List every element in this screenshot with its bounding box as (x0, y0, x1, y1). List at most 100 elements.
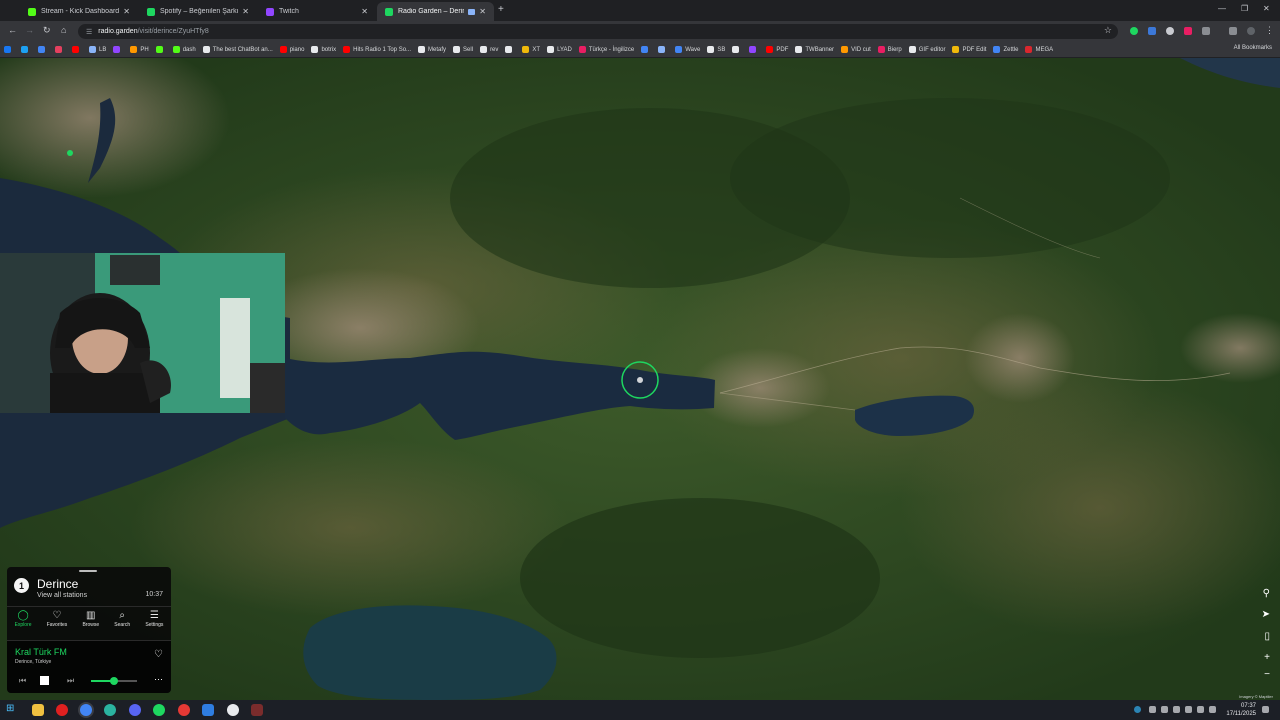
bookmark-item[interactable]: PDF (766, 46, 788, 53)
bookmark-item[interactable]: Türkçe - İngilizce (578, 46, 634, 53)
station-dot[interactable] (67, 150, 73, 156)
close-icon[interactable]: ✕ (242, 7, 249, 16)
locate-me-icon[interactable]: ➤ (1262, 609, 1270, 620)
volume-icon[interactable] (1209, 706, 1216, 713)
extension-icon[interactable] (1130, 27, 1138, 35)
maximize-icon[interactable]: ❐ (1241, 4, 1248, 13)
bookmark-item[interactable]: botrix (311, 46, 336, 53)
location-pin-icon[interactable]: ⚲ (1263, 588, 1270, 599)
bookmark-item[interactable]: piano (279, 46, 304, 53)
new-tab-button[interactable]: + (498, 4, 504, 15)
bookmark-item[interactable]: PH (130, 46, 149, 53)
close-icon[interactable]: ✕ (361, 7, 368, 16)
bookmark-item[interactable] (4, 46, 14, 53)
bookmark-item[interactable] (72, 46, 82, 53)
previous-icon[interactable]: ⏮ (19, 676, 26, 686)
spotify-icon[interactable] (153, 704, 165, 716)
bookmark-item[interactable]: dash (172, 46, 196, 53)
app-icon[interactable] (251, 704, 263, 716)
selected-location-dot[interactable] (637, 377, 643, 383)
zoom-out-icon[interactable]: − (1264, 669, 1270, 680)
forward-icon[interactable]: → (25, 25, 34, 35)
stop-button[interactable] (40, 676, 49, 685)
all-bookmarks-button[interactable]: All Bookmarks (1234, 45, 1272, 51)
bookmark-item[interactable]: Bierp (877, 46, 902, 53)
bookmark-item[interactable]: MEGA (1025, 46, 1053, 53)
profile-icon[interactable] (1229, 27, 1237, 35)
browser-tab-spotify[interactable]: Spotify – Beğenilen Şarkılar ✕ (139, 2, 257, 21)
windows-start-icon[interactable]: ⊞ (6, 703, 18, 715)
bookmark-star-icon[interactable]: ☆ (1104, 25, 1112, 36)
clock[interactable]: 07:37 17/11/2025 (1226, 702, 1256, 718)
tab-search[interactable]: ⌕ Search (114, 607, 130, 632)
audio-playing-icon[interactable] (468, 8, 476, 15)
bookmark-item[interactable]: Zettle (993, 46, 1018, 53)
volume-slider[interactable] (91, 677, 137, 685)
extensions-puzzle-icon[interactable] (1202, 27, 1210, 35)
bookmark-item[interactable]: rev (480, 46, 498, 53)
extension-icon[interactable] (1166, 27, 1174, 35)
tab-favorites[interactable]: ♡ Favorites (47, 607, 68, 632)
browser-tab-kick[interactable]: Stream - Kick Dashboard ✕ (20, 2, 138, 21)
volume-knob[interactable] (110, 677, 118, 685)
app-icon[interactable] (227, 704, 239, 716)
bookmark-item[interactable]: TWBanner (795, 46, 834, 53)
bookmark-item[interactable] (38, 46, 48, 53)
minimize-icon[interactable]: — (1218, 4, 1226, 13)
close-icon[interactable]: ✕ (479, 7, 486, 16)
bookmark-item[interactable]: Sell (453, 46, 473, 53)
back-icon[interactable]: ← (8, 25, 17, 35)
place-title[interactable]: Derince (37, 577, 78, 591)
bookmark-item[interactable]: XT (522, 46, 540, 53)
close-window-icon[interactable]: ✕ (1263, 4, 1270, 13)
zoom-in-icon[interactable]: + (1264, 652, 1270, 663)
bookmark-item[interactable]: LYAD (547, 46, 572, 53)
tray-app-icon[interactable] (1134, 706, 1141, 713)
app-icon[interactable] (104, 704, 116, 716)
view-all-stations-link[interactable]: View all stations (37, 592, 87, 599)
extension-icon[interactable] (1184, 27, 1192, 35)
app-icon[interactable] (202, 704, 214, 716)
notification-icon[interactable] (1262, 706, 1269, 713)
chrome-icon[interactable] (80, 704, 92, 716)
tray-app-icon[interactable] (1161, 706, 1168, 713)
tab-explore[interactable]: ◯ Explore (15, 607, 32, 632)
site-info-icon[interactable]: ☰ (86, 28, 92, 36)
station-name[interactable]: Kral Türk FM (15, 647, 67, 657)
bookmark-item[interactable]: LB (89, 46, 106, 53)
bookmark-item[interactable]: Wave (675, 46, 700, 53)
bookmark-item[interactable] (155, 46, 166, 53)
file-explorer-icon[interactable] (32, 704, 44, 716)
next-icon[interactable]: ⏭ (67, 676, 74, 686)
bookmark-item[interactable] (505, 46, 515, 53)
close-icon[interactable]: ✕ (123, 7, 130, 16)
home-icon[interactable]: ⌂ (61, 25, 66, 35)
bookmark-item[interactable] (732, 46, 742, 53)
tab-settings[interactable]: ☰ Settings (145, 607, 163, 632)
discord-icon[interactable] (129, 704, 141, 716)
more-options-icon[interactable]: ⋯ (154, 674, 163, 685)
bookmark-item[interactable]: PDF Edit (952, 46, 986, 53)
drag-handle[interactable] (79, 570, 97, 572)
bookmark-item[interactable]: GIF editor (908, 46, 945, 53)
bookmark-item[interactable]: Hits Radio 1 Top So... (343, 46, 411, 53)
bookmark-item[interactable] (21, 46, 31, 53)
avatar[interactable] (1247, 27, 1255, 35)
heart-icon[interactable]: ♡ (154, 649, 163, 660)
bookmark-item[interactable] (749, 46, 759, 53)
bookmark-item[interactable]: Metafy (418, 46, 446, 53)
app-icon[interactable] (56, 704, 68, 716)
bookmark-item[interactable] (641, 46, 651, 53)
bookmark-item[interactable]: The best ChatBot an... (202, 46, 273, 53)
network-icon[interactable] (1197, 706, 1204, 713)
kebab-menu-icon[interactable]: ⋮ (1265, 25, 1274, 36)
address-bar[interactable]: ☰ radio.garden/visit/derince/ZyuHTfy8 ☆ (78, 24, 1118, 39)
lock-icon[interactable]: ▯ (1264, 631, 1270, 642)
tab-browse[interactable]: ▥ Browse (82, 607, 99, 632)
extension-icon[interactable] (1148, 27, 1156, 35)
reload-icon[interactable]: ↻ (43, 25, 51, 36)
bookmark-item[interactable] (113, 46, 123, 53)
bookmark-item[interactable]: SB (707, 46, 725, 53)
bookmark-item[interactable]: VID cut (841, 46, 871, 53)
browser-tab-twitch[interactable]: Twitch ✕ (258, 2, 376, 21)
